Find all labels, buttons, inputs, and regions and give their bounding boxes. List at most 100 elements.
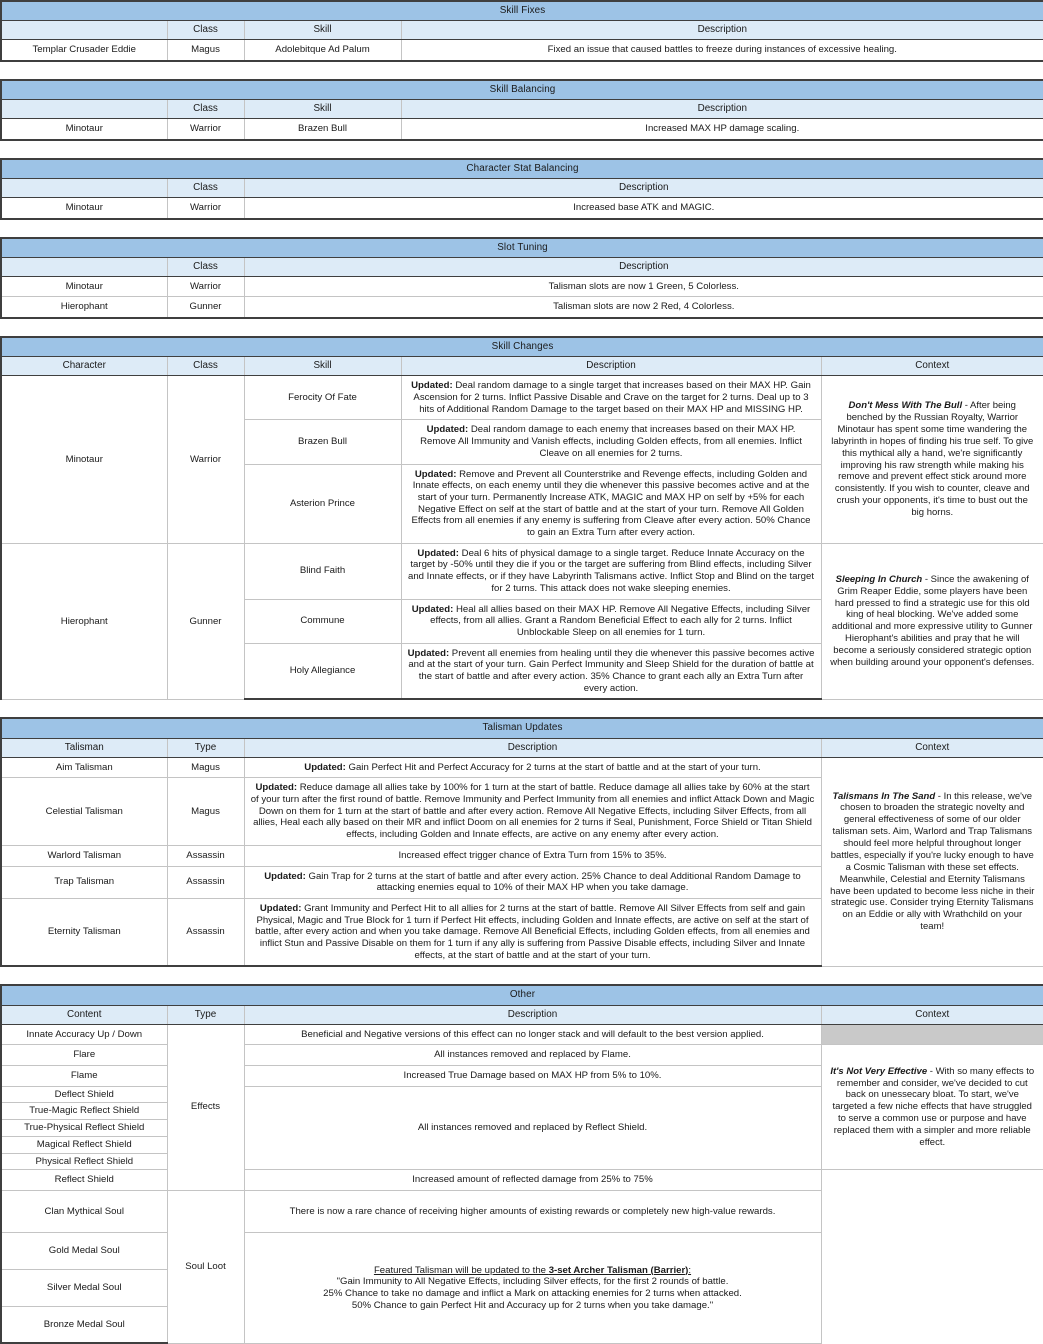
cell-description: Increased amount of reflected damage fro…: [243, 1169, 822, 1191]
cell-class: Gunner: [166, 542, 245, 700]
cell-description-merged: All instances removed and replaced by Re…: [243, 1085, 822, 1171]
cell-description: Talisman slots are now 2 Red, 4 Colorles…: [243, 296, 1043, 320]
cell-description: Fixed an issue that caused battles to fr…: [400, 39, 1043, 62]
col-header-class: Class: [166, 256, 245, 277]
cell-character: Templar Crusader Eddie: [0, 39, 168, 62]
description-text: Heal all allies based on their MAX HP. R…: [430, 603, 811, 638]
cell-talisman: Trap Talisman: [0, 865, 168, 899]
updated-label: Updated:: [264, 870, 306, 882]
updated-label: Updated:: [255, 782, 298, 794]
table-talisman-updates: Talisman Updates Talisman Type Descripti…: [0, 717, 1043, 968]
cell-character: Minotaur: [0, 275, 168, 298]
table-slot-tuning: Slot Tuning Class Description Minotaur W…: [0, 236, 1043, 320]
cell-description: Updated: Deal random damage to a single …: [400, 375, 822, 421]
cell-content: True-Physical Reflect Shield: [0, 1119, 168, 1137]
cell-content: True-Magic Reflect Shield: [0, 1102, 168, 1121]
description-text: Prevent all enemies from healing until t…: [408, 647, 815, 694]
col-header-description: Description: [243, 177, 1043, 198]
section-title: Character Stat Balancing: [0, 157, 1043, 179]
table-row: Flare All instances removed and replaced…: [0, 1044, 1043, 1171]
cell-type: Effects: [166, 1023, 245, 1191]
cell-character: Hierophant: [0, 542, 168, 700]
cell-content: Deflect Shield: [0, 1085, 168, 1104]
cell-description: Updated: Gain Perfect Hit and Perfect Ac…: [243, 756, 822, 779]
cell-description: Updated: Deal 6 hits of physical damage …: [400, 542, 822, 600]
section-title: Slot Tuning: [0, 236, 1043, 258]
table-row: Innate Accuracy Up / Down Effects Benefi…: [0, 1023, 1043, 1191]
col-header-skill: Skill: [243, 98, 402, 120]
cell-type: Soul Loot: [166, 1189, 245, 1344]
featured-pre: Featured Talisman will be updated to the: [373, 1264, 549, 1276]
col-header-context: Context: [820, 356, 1043, 377]
cell-skill: Asterion Prince: [243, 463, 402, 544]
spacer: [0, 141, 1043, 158]
updated-label: Updated:: [426, 424, 469, 436]
section-title-row: Skill Changes: [0, 336, 1043, 358]
cell-description: Updated: Heal all allies based on their …: [400, 598, 822, 644]
section-title-row: Slot Tuning: [0, 236, 1043, 258]
cell-character: Minotaur: [0, 375, 168, 544]
col-header-skill: Skill: [243, 356, 402, 377]
cell-description: There is now a rare chance of receiving …: [243, 1189, 822, 1233]
cell-content: Gold Medal Soul: [0, 1231, 168, 1270]
section-title-row: Other: [0, 984, 1043, 1006]
cell-skill: Commune: [243, 598, 402, 644]
cell-content: Clan Mythical Soul: [0, 1189, 168, 1233]
cell-character: Minotaur: [0, 196, 168, 220]
cell-description: Updated: Grant Immunity and Perfect Hit …: [243, 897, 822, 968]
updated-label: Updated:: [411, 380, 453, 392]
updated-label: Updated:: [414, 468, 457, 480]
col-header-blank: [0, 177, 168, 198]
table-character-stat-balancing: Character Stat Balancing Class Descripti…: [0, 157, 1043, 220]
cell-content: Bronze Medal Soul: [0, 1305, 168, 1344]
table-row: Minotaur Warrior Talisman slots are now …: [0, 275, 1043, 298]
description-text: Deal 6 hits of physical damage to a sing…: [407, 547, 815, 594]
section-title: Skill Balancing: [0, 78, 1043, 100]
featured-talisman-line: Featured Talisman will be updated to the…: [374, 1265, 691, 1276]
patch-notes-page: Skill Fixes Class Skill Description Temp…: [0, 0, 1043, 1344]
col-header-description: Description: [400, 356, 822, 377]
col-header-class: Class: [166, 356, 245, 377]
description-text: Gain Trap for 2 turns at the start of ba…: [305, 870, 801, 894]
col-header-character: Character: [0, 356, 168, 377]
updated-label: Updated:: [304, 761, 346, 773]
col-header-description: Description: [400, 98, 1043, 120]
cell-skill: Brazen Bull: [243, 419, 402, 465]
col-header-skill: Skill: [243, 20, 402, 41]
medal-desc-line-2: "Gain Immunity to All Negative Effects, …: [336, 1276, 729, 1288]
table-row: Minotaur Warrior Brazen Bull Increased M…: [0, 118, 1043, 141]
cell-skill: Ferocity Of Fate: [243, 375, 402, 421]
col-header-context: Context: [820, 1004, 1043, 1025]
cell-context: It's Not Very Effective - With so many e…: [820, 1044, 1043, 1171]
context-body: - In this release, we've chosen to broad…: [830, 790, 1035, 933]
cell-skill: Holy Allegiance: [243, 642, 402, 701]
cell-description-merged: Featured Talisman will be updated to the…: [243, 1231, 822, 1344]
table-other: Other Content Type Description Context I…: [0, 984, 1043, 1344]
cell-description: Updated: Reduce damage all allies take b…: [243, 777, 822, 846]
cell-class: Warrior: [166, 118, 245, 141]
cell-class: Magus: [166, 39, 245, 62]
col-header-content: Content: [0, 1004, 168, 1025]
updated-label: Updated:: [407, 647, 450, 659]
spacer: [0, 220, 1043, 237]
col-header-class: Class: [166, 20, 245, 41]
col-header-description: Description: [243, 1004, 822, 1025]
updated-label: Updated:: [417, 547, 459, 559]
description-text: Remove and Prevent all Counterstrike and…: [411, 468, 811, 539]
col-header-class: Class: [166, 98, 245, 120]
cell-description: Updated: Deal random damage to each enem…: [400, 419, 822, 465]
description-text: Gain Perfect Hit and Perfect Accuracy fo…: [345, 761, 761, 773]
cell-content: Magical Reflect Shield: [0, 1135, 168, 1154]
cell-talisman: Eternity Talisman: [0, 897, 168, 968]
cell-class: Warrior: [166, 375, 245, 544]
cell-context: Talismans In The Sand - In this release,…: [820, 756, 1043, 967]
context-body: - With so many effects to remember and c…: [832, 1065, 1035, 1148]
cell-description: Increased effect trigger chance of Extra…: [243, 844, 822, 867]
cell-type: Magus: [166, 756, 245, 779]
spacer: [0, 319, 1043, 336]
col-header-context: Context: [820, 737, 1043, 758]
cell-description: Increased base ATK and MAGIC.: [243, 196, 1043, 220]
col-header-description: Description: [400, 20, 1043, 41]
cell-description: Beneficial and Negative versions of this…: [243, 1023, 822, 1046]
context-body: - Since the awakening of Grim Reaper Edd…: [830, 573, 1035, 668]
